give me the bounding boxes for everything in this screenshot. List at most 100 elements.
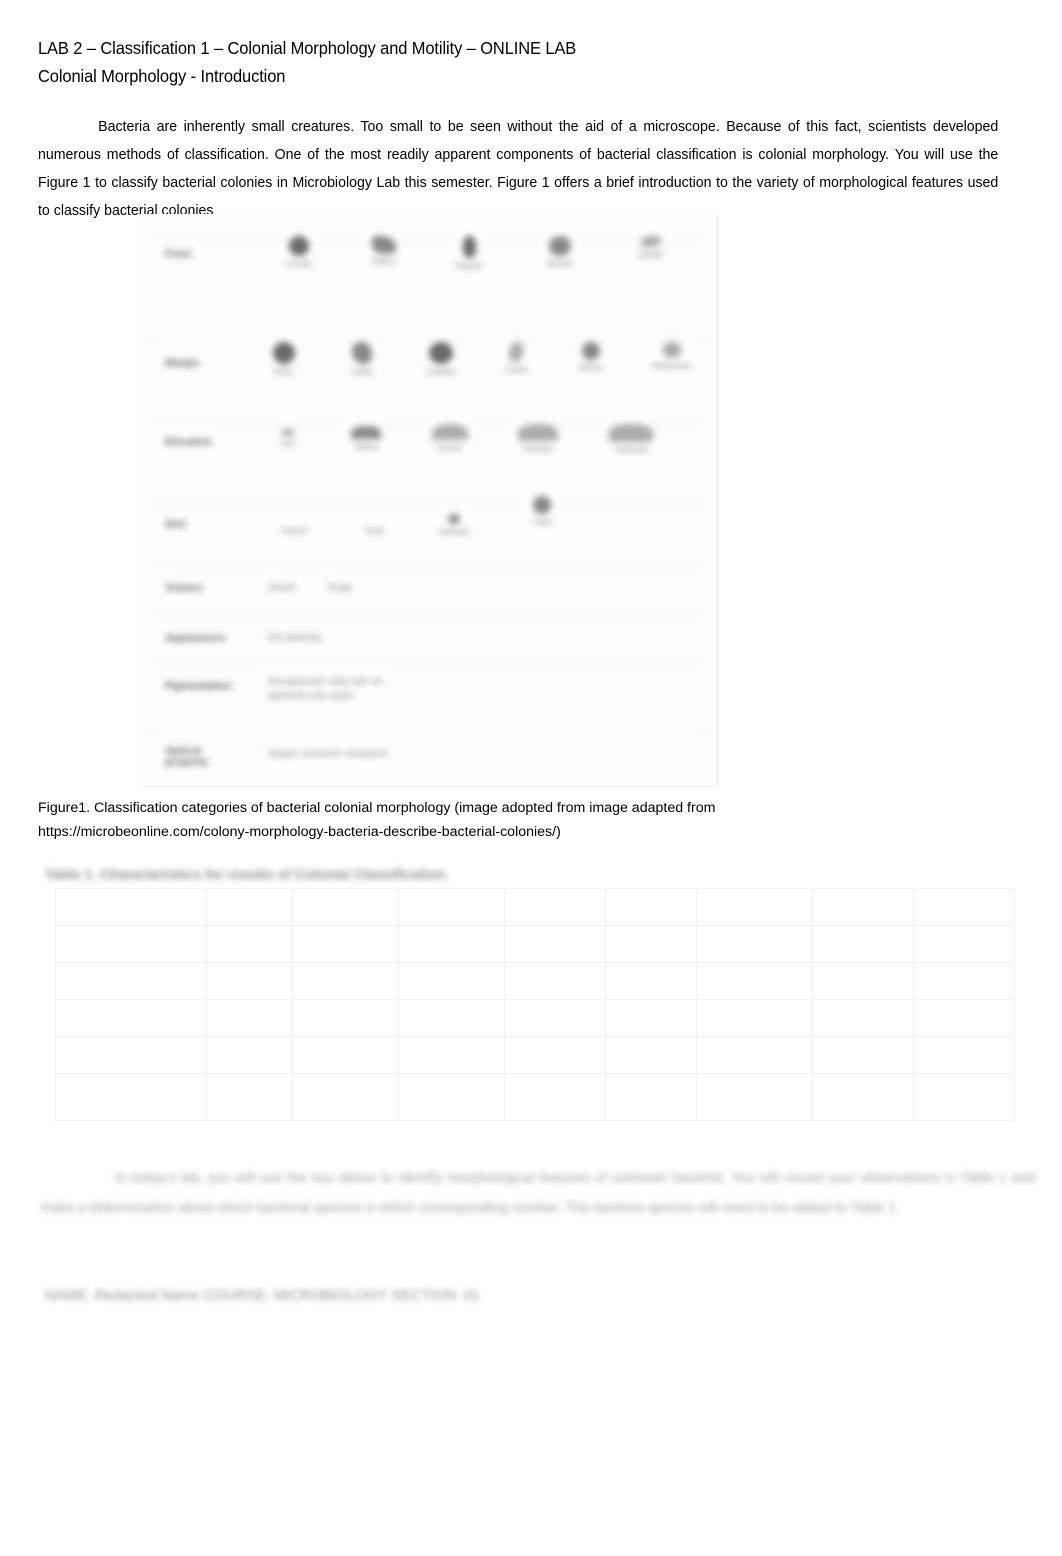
- figure-cell: Large: [510, 496, 574, 526]
- table-cell[interactable]: [504, 925, 606, 963]
- table-cell[interactable]: [812, 925, 914, 963]
- figure-cell-label: Curled: [505, 365, 527, 374]
- table-cell[interactable]: [696, 888, 813, 926]
- figure-row-label-optical-property: Optical property: [165, 745, 208, 768]
- table-cell[interactable]: [206, 999, 293, 1037]
- table-cell[interactable]: [812, 1073, 914, 1121]
- table-cell[interactable]: [605, 1073, 697, 1121]
- figure-cell: Circular: [260, 236, 338, 268]
- table-cell[interactable]: [292, 999, 399, 1037]
- figure-cell-label: Spindle: [638, 250, 664, 259]
- figure-cell-label: Filiform: [371, 257, 397, 266]
- table-cell[interactable]: [605, 999, 697, 1037]
- results-table[interactable]: [55, 888, 1015, 1121]
- figure-cell-label: Entire: [274, 367, 294, 376]
- table-cell[interactable]: [504, 888, 606, 926]
- figure-row-value-appearance: Dull, glistening: [268, 633, 322, 642]
- figure-row-value-texture: Smooth: [268, 583, 297, 592]
- table-cell[interactable]: [292, 962, 399, 1000]
- table-cell[interactable]: [206, 962, 293, 1000]
- table-cell[interactable]: [913, 999, 1015, 1037]
- table-cell[interactable]: [55, 962, 207, 1000]
- table-cell[interactable]: [913, 925, 1015, 963]
- table-cell[interactable]: [55, 1036, 207, 1074]
- figure-cell: Convex: [412, 424, 488, 452]
- table-cell[interactable]: [55, 925, 207, 963]
- figure-caption-line-1: Figure1. Classification categories of ba…: [38, 800, 716, 816]
- table-row[interactable]: [55, 962, 1015, 1000]
- table-cell[interactable]: [696, 925, 813, 963]
- figure-cell: Small: [345, 526, 403, 535]
- figure-cell: Umbonate: [588, 424, 674, 454]
- table-cell[interactable]: [292, 925, 399, 963]
- figure-cell-label: Flat: [281, 439, 295, 448]
- table-row[interactable]: [55, 925, 1015, 963]
- table-cell[interactable]: [913, 962, 1015, 1000]
- figure-row-value-optical-property: Opaque, translucent, transparent: [268, 749, 388, 758]
- figure-cell: Irregular: [430, 236, 508, 270]
- table-cell[interactable]: [504, 999, 606, 1037]
- table-row[interactable]: [55, 1073, 1015, 1121]
- table-cell[interactable]: [605, 1036, 697, 1074]
- table-cell[interactable]: [398, 888, 505, 926]
- table-cell[interactable]: [292, 1036, 399, 1074]
- table-cell[interactable]: [913, 1036, 1015, 1074]
- table-row[interactable]: [55, 999, 1015, 1037]
- table-cell[interactable]: [55, 999, 207, 1037]
- table-row[interactable]: [55, 888, 1015, 926]
- table-cell[interactable]: [504, 1036, 606, 1074]
- table-cell[interactable]: [292, 888, 399, 926]
- table-cell[interactable]: [696, 962, 813, 1000]
- table-cell[interactable]: [913, 888, 1015, 926]
- table-cell[interactable]: [812, 999, 914, 1037]
- table-row[interactable]: [55, 1036, 1015, 1074]
- figure-row-value-texture-2: Rough: [328, 583, 353, 592]
- table-cell[interactable]: [398, 1036, 505, 1074]
- intro-paragraph: Bacteria are inherently small creatures.…: [38, 118, 999, 219]
- table-cell[interactable]: [812, 888, 914, 926]
- figure-cell: Filiform: [552, 342, 630, 372]
- table-cell[interactable]: [206, 1073, 293, 1121]
- figure-row-label-margin: Margin: [165, 357, 200, 369]
- table-cell[interactable]: [913, 1073, 1015, 1121]
- table-cell[interactable]: [398, 962, 505, 1000]
- figure-cell: Flat: [258, 429, 318, 448]
- table-cell[interactable]: [398, 999, 505, 1037]
- table-cell[interactable]: [605, 962, 697, 1000]
- table-cell[interactable]: [206, 925, 293, 963]
- figure-cell: Entire: [248, 342, 320, 376]
- figure-cell-label: Filiform: [578, 363, 604, 372]
- table-cell[interactable]: [55, 888, 207, 926]
- figure-cell-label: Convex: [437, 443, 463, 452]
- table-cell[interactable]: [504, 962, 606, 1000]
- page-title-line-2: Colonial Morphology - Introduction: [38, 66, 286, 86]
- table-1-heading-redacted: Table 1. Characteristics for results of …: [45, 866, 449, 882]
- table-cell[interactable]: [398, 925, 505, 963]
- table-cell[interactable]: [55, 1073, 207, 1121]
- figure-cell: Moderate: [410, 514, 498, 536]
- table-cell[interactable]: [504, 1073, 606, 1121]
- figure-cell-label: Umbonate: [613, 445, 649, 454]
- figure-cell-label: Undulate: [426, 367, 456, 376]
- table-cell[interactable]: [206, 888, 293, 926]
- figure-row-label-elevation: Elevation: [165, 436, 212, 448]
- student-info-line-redacted: NAME: Redacted Name COURSE: MICROBIOLOGY…: [45, 1288, 480, 1304]
- figure-cell: Undulate: [405, 342, 477, 376]
- figure-cell-label: Large: [532, 517, 552, 526]
- table-cell[interactable]: [696, 1073, 813, 1121]
- document-page: LAB 2 – Classification 1 – Colonial Morp…: [0, 0, 1062, 1556]
- table-cell[interactable]: [398, 1073, 505, 1121]
- table-cell[interactable]: [605, 925, 697, 963]
- table-cell[interactable]: [812, 1036, 914, 1074]
- figure-cell: Filiform: [345, 236, 423, 266]
- table-cell[interactable]: [696, 999, 813, 1037]
- figure-cell: Rhizoid: [517, 236, 602, 268]
- table-cell[interactable]: [206, 1036, 293, 1074]
- table-cell[interactable]: [605, 888, 697, 926]
- figure-cell-label: Small: [364, 526, 384, 535]
- document-headings: LAB 2 – Classification 1 – Colonial Morp…: [38, 34, 1028, 90]
- figure-1-caption: Figure1. Classification categories of ba…: [38, 796, 1028, 844]
- table-cell[interactable]: [292, 1073, 399, 1121]
- table-cell[interactable]: [696, 1036, 813, 1074]
- table-cell[interactable]: [812, 962, 914, 1000]
